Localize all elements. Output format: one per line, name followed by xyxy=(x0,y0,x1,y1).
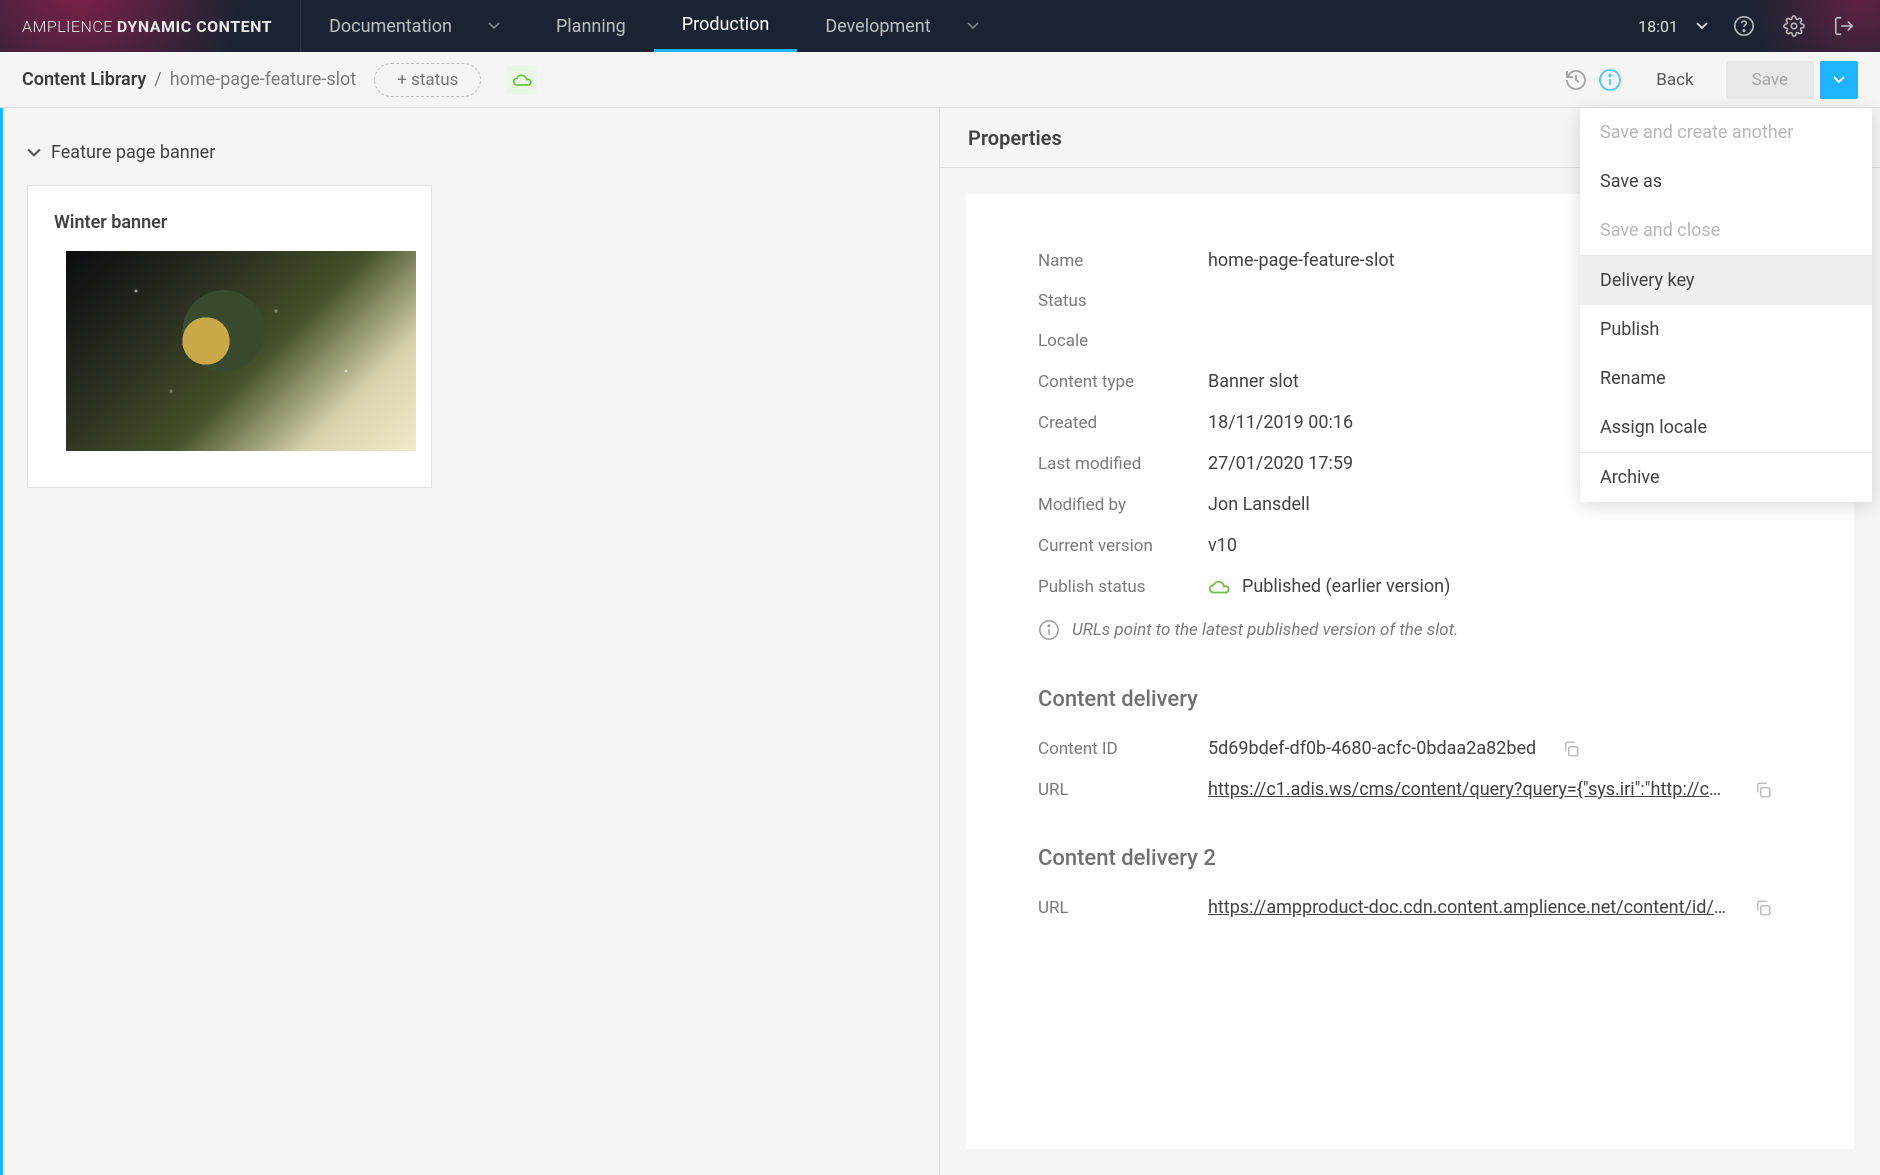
gear-icon[interactable] xyxy=(1780,12,1808,40)
content-card[interactable]: Winter banner xyxy=(27,185,432,488)
brand-suffix: DYNAMIC CONTENT xyxy=(117,17,272,36)
chevron-down-icon xyxy=(488,22,500,30)
menu-save-close[interactable]: Save and close xyxy=(1580,206,1872,255)
prop-created-label: Created xyxy=(1038,413,1208,433)
menu-save-create-another[interactable]: Save and create another xyxy=(1580,108,1872,157)
time-selector[interactable]: 18:01 xyxy=(1638,17,1708,36)
help-icon[interactable] xyxy=(1730,12,1758,40)
time-label: 18:01 xyxy=(1638,17,1678,36)
prop-version-value: v10 xyxy=(1208,535,1237,556)
breadcrumb-sep: / xyxy=(154,69,161,90)
menu-archive[interactable]: Archive xyxy=(1580,453,1872,502)
brand-prefix: AMPLIENCE xyxy=(22,17,113,36)
save-dropdown-menu: Save and create another Save as Save and… xyxy=(1580,108,1872,502)
nav-documentation[interactable]: Documentation xyxy=(301,0,528,52)
menu-save-as[interactable]: Save as xyxy=(1580,157,1872,206)
top-nav: AMPLIENCE DYNAMIC CONTENT Documentation … xyxy=(0,0,1880,52)
menu-publish[interactable]: Publish xyxy=(1580,305,1872,354)
save-button[interactable]: Save xyxy=(1726,61,1814,99)
brand-logo: AMPLIENCE DYNAMIC CONTENT xyxy=(0,0,301,52)
prop-lastmod-label: Last modified xyxy=(1038,454,1208,474)
section-header[interactable]: Feature page banner xyxy=(27,142,915,163)
info-icon xyxy=(1038,619,1060,641)
prop-name-value: home-page-feature-slot xyxy=(1208,250,1394,271)
url-hint-text: URLs point to the latest published versi… xyxy=(1072,620,1458,640)
content-id-label: Content ID xyxy=(1038,739,1208,759)
save-menu-button[interactable] xyxy=(1820,61,1858,99)
section-title: Feature page banner xyxy=(51,142,215,163)
prop-pubstatus-text: Published (earlier version) xyxy=(1242,576,1450,597)
menu-delivery-key[interactable]: Delivery key xyxy=(1580,256,1872,305)
content-delivery-2-title: Content delivery 2 xyxy=(1038,846,1782,871)
url2-value[interactable]: https://ampproduct-doc.cdn.content.ampli… xyxy=(1208,897,1728,918)
card-title: Winter banner xyxy=(54,212,405,233)
content-id-value: 5d69bdef-df0b-4680-acfc-0bdaa2a82bed xyxy=(1208,738,1536,759)
back-button[interactable]: Back xyxy=(1630,61,1719,99)
url1-label: URL xyxy=(1038,780,1208,800)
chevron-down-icon xyxy=(27,148,41,158)
breadcrumb-leaf: home-page-feature-slot xyxy=(170,69,356,90)
content-preview-pane: Feature page banner Winter banner xyxy=(0,108,940,1175)
prop-content-type-label: Content type xyxy=(1038,372,1208,392)
logout-icon[interactable] xyxy=(1830,12,1858,40)
prop-pubstatus-label: Publish status xyxy=(1038,577,1208,597)
url-hint: URLs point to the latest published versi… xyxy=(1038,619,1782,641)
menu-assign-locale[interactable]: Assign locale xyxy=(1580,403,1872,452)
chevron-down-icon xyxy=(1696,22,1708,30)
prop-modby-label: Modified by xyxy=(1038,495,1208,515)
cloud-icon xyxy=(1208,579,1230,595)
url1-value[interactable]: https://c1.adis.ws/cms/content/query?que… xyxy=(1208,779,1728,800)
chevron-down-icon xyxy=(967,22,979,30)
prop-version-label: Current version xyxy=(1038,536,1208,556)
nav-documentation-label: Documentation xyxy=(329,16,452,37)
main-area: Feature page banner Winter banner Proper… xyxy=(0,108,1880,1175)
nav-development-label: Development xyxy=(825,16,930,37)
add-status-chip[interactable]: + status xyxy=(374,63,481,97)
nav-development[interactable]: Development xyxy=(797,0,1006,52)
prop-content-type-value: Banner slot xyxy=(1208,371,1299,392)
copy-icon[interactable] xyxy=(1562,740,1580,758)
breadcrumb: Content Library / home-page-feature-slot xyxy=(22,69,356,90)
nav-right: 18:01 xyxy=(1616,0,1880,52)
prop-created-value: 18/11/2019 00:16 xyxy=(1208,412,1353,433)
nav-production-label: Production xyxy=(682,14,770,35)
publish-status-icon xyxy=(507,65,537,95)
content-delivery-title: Content delivery xyxy=(1038,687,1782,712)
history-icon[interactable] xyxy=(1562,66,1590,94)
prop-name-label: Name xyxy=(1038,251,1208,271)
prop-pubstatus-value: Published (earlier version) xyxy=(1208,576,1450,597)
prop-lastmod-value: 27/01/2020 17:59 xyxy=(1208,453,1353,474)
copy-icon[interactable] xyxy=(1754,781,1772,799)
prop-locale-label: Locale xyxy=(1038,331,1208,351)
copy-icon[interactable] xyxy=(1754,899,1772,917)
sub-bar: Content Library / home-page-feature-slot… xyxy=(0,52,1880,108)
info-icon[interactable] xyxy=(1596,66,1624,94)
nav-production[interactable]: Production xyxy=(654,0,798,52)
breadcrumb-root[interactable]: Content Library xyxy=(22,69,146,90)
nav-planning-label: Planning xyxy=(556,16,626,37)
card-thumbnail xyxy=(66,251,416,451)
subbar-actions: Back Save xyxy=(1562,61,1858,99)
url2-label: URL xyxy=(1038,898,1208,918)
prop-modby-value: Jon Lansdell xyxy=(1208,494,1310,515)
menu-rename[interactable]: Rename xyxy=(1580,354,1872,403)
prop-status-label: Status xyxy=(1038,291,1208,311)
nav-planning[interactable]: Planning xyxy=(528,0,654,52)
